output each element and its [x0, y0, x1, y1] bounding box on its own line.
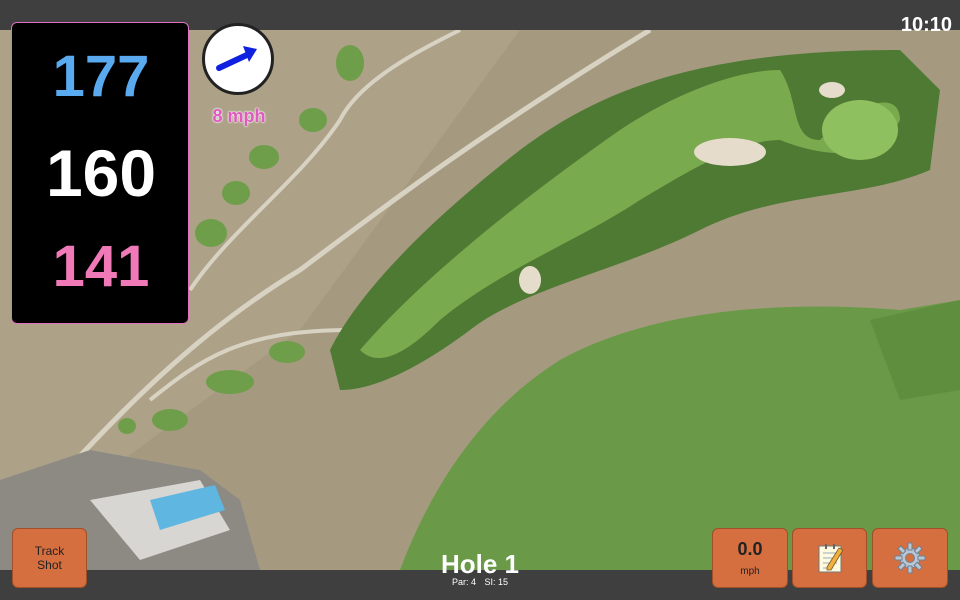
speed-unit: mph — [740, 566, 760, 577]
distance-panel: 177 160 141 — [11, 22, 189, 324]
hole-title: Hole 1 — [440, 549, 520, 579]
notes-button[interactable] — [792, 528, 867, 588]
back-distance: 177 — [52, 44, 150, 109]
front-distance: 141 — [52, 234, 150, 299]
arrow-icon — [216, 46, 257, 71]
wind-speed-label: 8 mph — [212, 106, 266, 126]
notepad-icon — [818, 544, 844, 573]
middle-distance: 160 — [45, 136, 157, 210]
clock: 10:10 — [900, 14, 952, 36]
speed-value: 0.0 — [737, 539, 763, 559]
par-label: Par: 4 — [451, 577, 476, 587]
track-shot-label: Track Shot — [34, 544, 65, 572]
track-shot-button[interactable]: Track Shot — [12, 528, 87, 588]
stroke-index-label: SI: 15 — [484, 577, 509, 587]
speed-button[interactable]: 0.0 mph — [712, 528, 788, 588]
hole-info: Par: 4 SI: 15 — [380, 577, 580, 587]
wind-direction-indicator — [202, 23, 274, 95]
gear-icon — [894, 542, 926, 574]
settings-button[interactable] — [872, 528, 948, 588]
